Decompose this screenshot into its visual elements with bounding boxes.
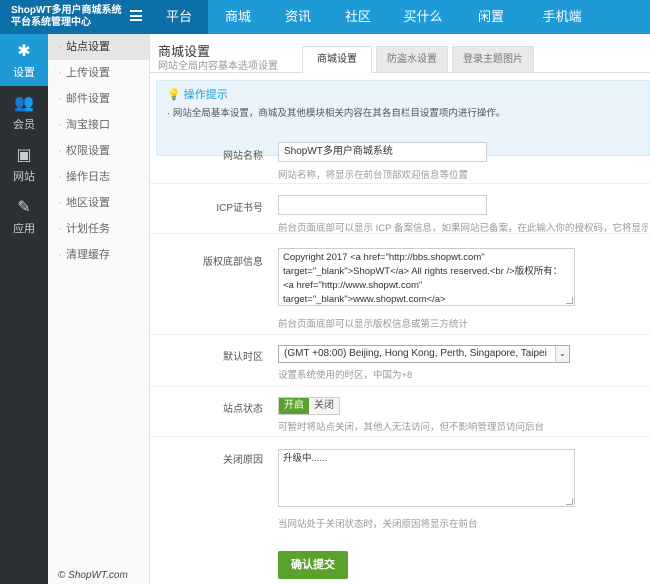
copyright-text: © ShopWT.com — [58, 570, 128, 581]
nav-item-mall[interactable]: 商城 — [208, 0, 268, 34]
copyright-line-1: Copyright 2017 <a href="http://bbs.shopw… — [283, 252, 485, 263]
submenu-operation-log[interactable]: 操作日志 — [48, 164, 149, 190]
brand-logo: ShopWT多用户商城系统 平台系统管理中心 — [0, 0, 150, 34]
submenu-scheduled-tasks[interactable]: 计划任务 — [48, 216, 149, 242]
submenu-region-settings[interactable]: 地区设置 — [48, 190, 149, 216]
timezone-select[interactable]: (GMT +08:00) Beijing, Hong Kong, Perth, … — [278, 345, 570, 363]
tips-text: · 网站全局基本设置，商城及其他模块相关内容在其各自栏目设置项内进行操作。 — [167, 108, 506, 119]
lightbulb-icon: 💡 — [167, 89, 181, 101]
app-icon: ✎ — [17, 199, 31, 216]
gear-icon: ✱ — [17, 43, 31, 60]
close-reason-textarea[interactable]: 升级中...... — [278, 449, 575, 507]
row-site-status: 站点状态 开启 关闭 可暂时将站点关闭，其他人无法访问，但不影响管理员访问后台 — [150, 387, 650, 437]
timezone-label: 默认时区 — [223, 352, 263, 363]
copyright-label: 版权底部信息 — [203, 257, 263, 268]
icon-sidebar: ✱ 设置 👥 会员 ▣ 网站 ✎ 应用 — [0, 34, 48, 584]
submenu-permissions[interactable]: 权限设置 — [48, 138, 149, 164]
sidebar-website[interactable]: ▣ 网站 — [0, 138, 48, 190]
submenu-clear-cache[interactable]: 清理缓存 — [48, 242, 149, 268]
row-copyright-info: 版权底部信息 Copyright 2017 <a href="http://bb… — [150, 239, 650, 335]
close-reason-hint: 当网站处于关闭状态时，关闭原因将显示在前台 — [278, 519, 478, 530]
submenu-mail-settings[interactable]: 邮件设置 — [48, 86, 149, 112]
tips-title: 💡 操作提示 — [167, 86, 228, 102]
close-reason-label: 关闭原因 — [223, 455, 263, 466]
status-on-button[interactable]: 开启 — [279, 398, 309, 414]
site-name-input[interactable]: ShopWT多用户商城系统 — [278, 142, 487, 162]
copyright-line-4: target="_blank">www.shopwt.com</a> — [283, 294, 446, 305]
settings-submenu: 站点设置 上传设置 邮件设置 淘宝接口 权限设置 操作日志 地区设置 计划任务 … — [48, 34, 150, 584]
status-off-button[interactable]: 关闭 — [309, 398, 339, 414]
close-reason-value: 升级中...... — [283, 453, 328, 464]
status-hint: 可暂时将站点关闭，其他人无法访问，但不影响管理员访问后台 — [278, 422, 545, 433]
site-name-hint: 网站名称，将显示在前台顶部欢迎信息等位置 — [278, 170, 469, 181]
submenu-upload-settings[interactable]: 上传设置 — [48, 60, 149, 86]
tab-watermark-settings[interactable]: 防盗水设置 — [376, 46, 448, 72]
copyright-hint: 前台页面底部可以显示版权信息或第三方统计 — [278, 319, 469, 330]
submenu-site-settings[interactable]: 站点设置 — [48, 34, 149, 60]
icp-input[interactable] — [278, 195, 487, 215]
row-timezone: 默认时区 (GMT +08:00) Beijing, Hong Kong, Pe… — [150, 335, 650, 387]
status-toggle: 开启 关闭 — [278, 397, 340, 415]
copyright-line-2: target="_blank">ShopWT</a> All rights re… — [283, 266, 563, 277]
nav-item-platform[interactable]: 平台 — [150, 0, 208, 34]
sidebar-settings[interactable]: ✱ 设置 — [0, 34, 48, 86]
tab-bar: 商城设置 防盗水设置 登录主题图片 — [302, 46, 538, 73]
sidebar-members[interactable]: 👥 会员 — [0, 86, 48, 138]
tab-login-theme[interactable]: 登录主题图片 — [452, 46, 534, 72]
nav-item-news[interactable]: 资讯 — [268, 0, 328, 34]
sidebar-apps[interactable]: ✎ 应用 — [0, 190, 48, 242]
nav-item-idle[interactable]: 闲置 — [458, 0, 524, 34]
site-name-label: 网站名称 — [223, 151, 263, 162]
copyright-line-3: <a href="http://www.shopwt.com" — [283, 280, 423, 291]
top-nav: 平台 商城 资讯 社区 买什么 闲置 手机端 — [150, 0, 600, 34]
timezone-hint: 设置系统使用的时区，中国为+8 — [278, 370, 413, 381]
tips-title-text: 操作提示 — [183, 89, 228, 101]
status-label: 站点状态 — [223, 404, 263, 415]
nav-item-buy[interactable]: 买什么 — [388, 0, 458, 34]
menu-toggle-icon[interactable] — [130, 10, 142, 21]
sidebar-members-label: 会员 — [13, 119, 35, 131]
row-close-reason: 关闭原因 升级中...... 当网站处于关闭状态时，关闭原因将显示在前台 — [150, 437, 650, 533]
sidebar-settings-label: 设置 — [13, 67, 35, 79]
nav-item-community[interactable]: 社区 — [328, 0, 388, 34]
chevron-down-icon: ⌄ — [555, 346, 569, 362]
submit-button[interactable]: 确认提交 — [278, 551, 348, 579]
copyright-textarea[interactable]: Copyright 2017 <a href="http://bbs.shopw… — [278, 248, 575, 306]
nav-item-mobile[interactable]: 手机端 — [524, 0, 600, 34]
icp-hint: 前台页面底部可以显示 ICP 备案信息，如果网站已备案，在此输入你的授权码，它将… — [278, 223, 648, 234]
icp-label: ICP证书号 — [216, 203, 263, 214]
tips-text-content: 网站全局基本设置，商城及其他模块相关内容在其各自栏目设置项内进行操作。 — [172, 108, 506, 119]
sidebar-apps-label: 应用 — [13, 223, 35, 235]
users-icon: 👥 — [14, 95, 34, 112]
row-icp: ICP证书号 前台页面底部可以显示 ICP 备案信息，如果网站已备案，在此输入你… — [150, 184, 650, 234]
timezone-value: (GMT +08:00) Beijing, Hong Kong, Perth, … — [284, 348, 547, 359]
row-site-name: 网站名称 ShopWT多用户商城系统 网站名称，将显示在前台顶部欢迎信息等位置 — [150, 134, 650, 184]
submenu-taobao-api[interactable]: 淘宝接口 — [48, 112, 149, 138]
sitemap-icon: ▣ — [16, 147, 32, 164]
page-subtitle: 网站全局内容基本选项设置 — [158, 61, 278, 72]
main-content: 商城设置 网站全局内容基本选项设置 商城设置 防盗水设置 登录主题图片 💡 操作… — [150, 34, 650, 584]
sidebar-website-label: 网站 — [13, 171, 35, 183]
tab-mall-settings[interactable]: 商城设置 — [302, 46, 372, 73]
